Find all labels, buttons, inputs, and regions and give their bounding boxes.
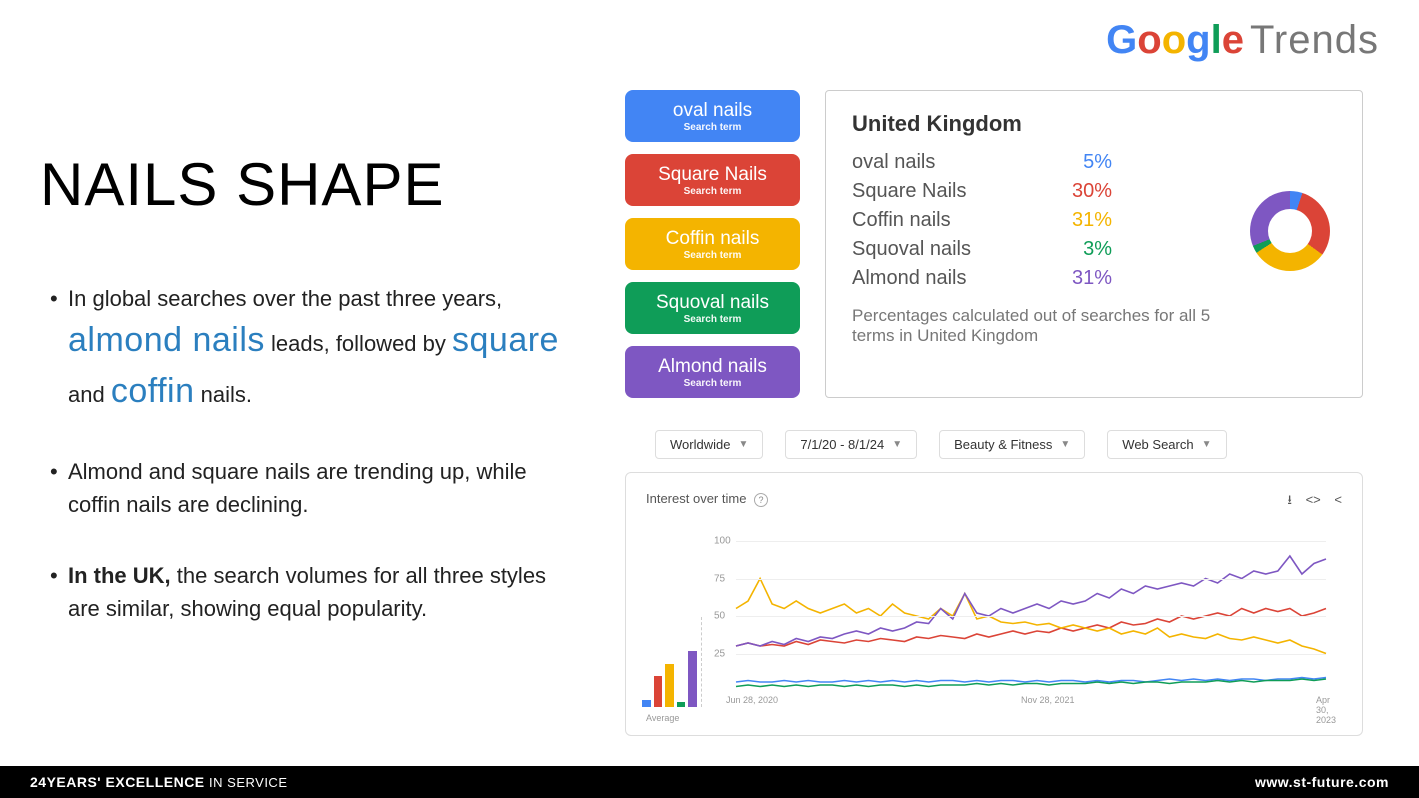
pill-label: oval nails xyxy=(625,100,800,122)
text: and xyxy=(68,382,111,407)
filter-category[interactable]: Beauty & Fitness ▼ xyxy=(939,430,1085,459)
y-tick: 75 xyxy=(714,573,725,584)
google-trends-logo: Google Trends xyxy=(1106,18,1379,63)
footer-right: www.st-future.com xyxy=(1255,774,1389,790)
uk-row-pct: 3% xyxy=(1052,238,1112,261)
average-bars xyxy=(642,617,702,707)
avg-bar xyxy=(688,651,697,707)
x-tick: Apr 30, 2023 xyxy=(1316,695,1336,725)
uk-row: Almond nails31% xyxy=(852,267,1336,290)
uk-breakdown-box: United Kingdom oval nails5%Square Nails3… xyxy=(825,90,1363,398)
avg-bar xyxy=(654,676,663,708)
chart-title: Interest over time xyxy=(646,491,746,506)
footer-bar: 24YEARS' EXCELLENCE IN SERVICE www.st-fu… xyxy=(0,766,1419,798)
trends-word: Trends xyxy=(1250,18,1379,63)
o-letter-2: o xyxy=(1162,18,1186,62)
uk-note: Percentages calculated out of searches f… xyxy=(852,306,1232,346)
chart-header: Interest over time ? ⭳ <> < xyxy=(646,491,1342,513)
pill-square-nails[interactable]: Square NailsSearch term xyxy=(625,154,800,206)
avg-bar xyxy=(677,702,686,707)
x-tick: Jun 28, 2020 xyxy=(726,695,778,705)
uk-row-name: Squoval nails xyxy=(852,238,1052,261)
filter-bar: Worldwide ▼ 7/1/20 - 8/1/24 ▼ Beauty & Fit… xyxy=(655,430,1227,459)
help-icon[interactable]: ? xyxy=(754,493,768,507)
pill-label: Coffin nails xyxy=(625,228,800,250)
series-line xyxy=(736,609,1326,647)
avg-bar xyxy=(642,700,651,707)
filter-label: Worldwide xyxy=(670,437,730,452)
bullet-list: In global searches over the past three y… xyxy=(50,282,580,663)
y-tick: 50 xyxy=(714,611,725,622)
y-tick: 100 xyxy=(714,536,731,547)
l-letter: l xyxy=(1211,18,1222,62)
plot-area: 255075100Jun 28, 2020Nov 28, 2021Apr 30,… xyxy=(736,541,1326,691)
highlight-square: square xyxy=(452,321,559,359)
uk-title: United Kingdom xyxy=(852,111,1336,137)
uk-row-name: Almond nails xyxy=(852,267,1052,290)
chevron-down-icon: ▼ xyxy=(1202,439,1212,450)
avg-bar xyxy=(665,664,674,707)
highlight-almond: almond nails xyxy=(68,321,265,359)
x-tick: Nov 28, 2021 xyxy=(1021,695,1075,705)
highlight-coffin: coffin xyxy=(111,372,195,410)
pill-coffin-nails[interactable]: Coffin nailsSearch term xyxy=(625,218,800,270)
uk-row-pct: 31% xyxy=(1052,267,1112,290)
filter-date[interactable]: 7/1/20 - 8/1/24 ▼ xyxy=(785,430,917,459)
download-icon[interactable]: ⭳ xyxy=(1287,492,1292,507)
pill-sub: Search term xyxy=(625,250,800,261)
bullet-2: Almond and square nails are trending up,… xyxy=(50,455,580,521)
pill-label: Squoval nails xyxy=(625,292,800,314)
bullet-1: In global searches over the past three y… xyxy=(50,282,580,417)
o-letter-1: o xyxy=(1137,18,1161,62)
text: leads, followed by xyxy=(265,331,452,356)
y-tick: 25 xyxy=(714,648,725,659)
uk-row-name: Coffin nails xyxy=(852,209,1052,232)
footer-left-a: 24YEARS' EXCELLENCE xyxy=(30,774,205,790)
filter-label: Web Search xyxy=(1122,437,1193,452)
text: nails. xyxy=(194,382,251,407)
filter-label: 7/1/20 - 8/1/24 xyxy=(800,437,884,452)
footer-left: 24YEARS' EXCELLENCE IN SERVICE xyxy=(30,774,288,790)
donut-chart xyxy=(1250,191,1330,271)
chart-actions: ⭳ <> < xyxy=(1277,491,1342,513)
pill-sub: Search term xyxy=(625,314,800,325)
pill-label: Almond nails xyxy=(625,356,800,378)
pill-sub: Search term xyxy=(625,122,800,133)
g-letter-2: g xyxy=(1186,18,1210,62)
uk-row: oval nails5% xyxy=(852,151,1336,174)
chevron-down-icon: ▼ xyxy=(892,439,902,450)
uk-row-name: oval nails xyxy=(852,151,1052,174)
e-letter: e xyxy=(1222,18,1244,62)
pill-sub: Search term xyxy=(625,186,800,197)
pill-almond-nails[interactable]: Almond nailsSearch term xyxy=(625,346,800,398)
uk-row-pct: 5% xyxy=(1052,151,1112,174)
filter-label: Beauty & Fitness xyxy=(954,437,1052,452)
page-title: NAILS SHAPE xyxy=(40,150,445,219)
uk-row-pct: 30% xyxy=(1052,180,1112,203)
text: In global searches over the past three y… xyxy=(68,286,502,311)
google-logo: Google xyxy=(1106,18,1244,63)
chevron-down-icon: ▼ xyxy=(1060,439,1070,450)
average-label: Average xyxy=(646,713,679,723)
uk-row-name: Square Nails xyxy=(852,180,1052,203)
bullet-3: In the UK, the search volumes for all th… xyxy=(50,559,580,625)
bold-uk: In the UK, xyxy=(68,563,171,588)
pill-squoval-nails[interactable]: Squoval nailsSearch term xyxy=(625,282,800,334)
chevron-down-icon: ▼ xyxy=(738,439,748,450)
pill-label: Square Nails xyxy=(625,164,800,186)
uk-row-pct: 31% xyxy=(1052,209,1112,232)
search-term-pills: oval nailsSearch termSquare NailsSearch … xyxy=(625,90,800,398)
pill-oval-nails[interactable]: oval nailsSearch term xyxy=(625,90,800,142)
footer-left-b: IN SERVICE xyxy=(209,775,287,790)
filter-type[interactable]: Web Search ▼ xyxy=(1107,430,1226,459)
chart-title-wrap: Interest over time ? xyxy=(646,491,768,513)
g-letter: G xyxy=(1106,18,1137,62)
embed-icon[interactable]: <> xyxy=(1306,492,1321,507)
filter-region[interactable]: Worldwide ▼ xyxy=(655,430,763,459)
interest-over-time-chart: Interest over time ? ⭳ <> < Average 2550… xyxy=(625,472,1363,736)
pill-sub: Search term xyxy=(625,378,800,389)
share-icon[interactable]: < xyxy=(1334,492,1342,507)
